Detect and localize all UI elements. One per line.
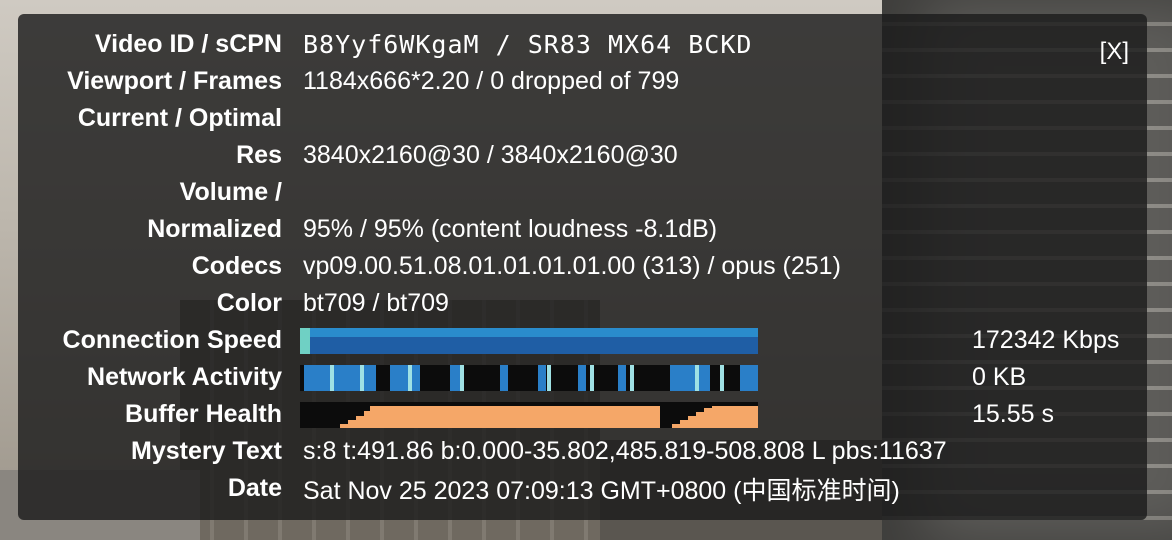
buffer-health-ramp <box>688 416 696 428</box>
row-network-activity: Network Activity 0 KB <box>18 359 1147 396</box>
value-viewport: 1184x666*2.20 / 0 dropped of 799 <box>303 67 680 95</box>
network-activity-spike <box>695 365 699 391</box>
buffer-health-fill <box>370 406 660 428</box>
network-activity-spike <box>590 365 594 391</box>
network-activity-spike <box>720 365 724 391</box>
buffer-health-ramp <box>696 412 704 428</box>
value-codecs: vp09.00.51.08.01.01.01.01.00 (313) / opu… <box>303 252 841 280</box>
network-activity-spike <box>408 365 412 391</box>
row-buffer-health: Buffer Health 15.55 s <box>18 396 1147 433</box>
label-video-id: Video ID / sCPN <box>94 30 282 58</box>
label-current-optimal: Current / Optimal <box>77 104 282 132</box>
row-volume: Volume / <box>18 174 1147 211</box>
label-viewport: Viewport / Frames <box>67 67 282 95</box>
row-current-optimal: Current / Optimal <box>18 100 1147 137</box>
buffer-health-ramp <box>356 416 364 428</box>
row-date: Date Sat Nov 25 2023 07:09:13 GMT+0800 (… <box>18 470 1147 507</box>
buffer-health-graph <box>300 402 758 428</box>
value-video-id: B8Yyf6WKgaM / SR83 MX64 BCKD <box>303 30 753 59</box>
connection-speed-graph <box>300 328 758 354</box>
buffer-health-ramp <box>704 408 712 428</box>
row-video-id: Video ID / sCPN B8Yyf6WKgaM / SR83 MX64 … <box>18 26 1147 63</box>
label-network-activity: Network Activity <box>87 363 282 391</box>
stats-for-nerds-panel: [X] Video ID / sCPN B8Yyf6WKgaM / SR83 M… <box>18 14 1147 520</box>
label-color: Color <box>216 289 282 317</box>
label-connection-speed: Connection Speed <box>62 326 282 354</box>
network-activity-bar <box>500 365 508 391</box>
network-activity-spike <box>330 365 334 391</box>
value-date: Sat Nov 25 2023 07:09:13 GMT+0800 (中国标准时… <box>303 476 900 505</box>
value-res: 3840x2160@30 / 3840x2160@30 <box>303 141 678 169</box>
label-normalized: Normalized <box>147 215 282 243</box>
connection-speed-value: 172342 Kbps <box>972 326 1120 354</box>
buffer-health-ramp <box>680 420 688 428</box>
buffer-health-ramp <box>340 424 348 428</box>
label-date: Date <box>227 474 282 502</box>
network-activity-spike <box>360 365 364 391</box>
network-activity-spike <box>547 365 551 391</box>
label-mystery-text: Mystery Text <box>131 437 282 465</box>
network-activity-spike <box>630 365 634 391</box>
buffer-health-fill <box>712 406 758 428</box>
row-normalized: Normalized 95% / 95% (content loudness -… <box>18 211 1147 248</box>
value-color: bt709 / bt709 <box>303 289 449 317</box>
connection-speed-peak <box>300 328 758 337</box>
network-activity-bar <box>670 365 710 391</box>
network-activity-bar <box>304 365 376 391</box>
label-res: Res <box>236 141 282 169</box>
buffer-health-ramp <box>672 424 680 428</box>
row-codecs: Codecs vp09.00.51.08.01.01.01.01.00 (313… <box>18 248 1147 285</box>
label-codecs: Codecs <box>191 252 282 280</box>
row-viewport: Viewport / Frames 1184x666*2.20 / 0 drop… <box>18 63 1147 100</box>
network-activity-spike <box>460 365 464 391</box>
network-activity-bar <box>538 365 546 391</box>
row-mystery-text: Mystery Text s:8 t:491.86 b:0.000-35.802… <box>18 433 1147 470</box>
network-activity-bar <box>578 365 586 391</box>
network-activity-bar <box>740 365 758 391</box>
connection-speed-start <box>300 328 310 354</box>
value-normalized: 95% / 95% (content loudness -8.1dB) <box>303 215 718 243</box>
row-connection-speed: Connection Speed 172342 Kbps <box>18 322 1147 359</box>
network-activity-bar <box>618 365 626 391</box>
label-volume: Volume / <box>179 178 282 206</box>
network-activity-value: 0 KB <box>972 363 1027 391</box>
row-res: Res 3840x2160@30 / 3840x2160@30 <box>18 137 1147 174</box>
label-buffer-health: Buffer Health <box>125 400 282 428</box>
buffer-health-ramp <box>364 411 372 428</box>
row-color: Color bt709 / bt709 <box>18 285 1147 322</box>
value-mystery-text: s:8 t:491.86 b:0.000-35.802,485.819-508.… <box>303 437 947 465</box>
network-activity-graph <box>300 365 758 391</box>
buffer-health-ramp <box>348 420 356 428</box>
network-activity-bar <box>390 365 420 391</box>
buffer-health-value: 15.55 s <box>972 400 1055 428</box>
